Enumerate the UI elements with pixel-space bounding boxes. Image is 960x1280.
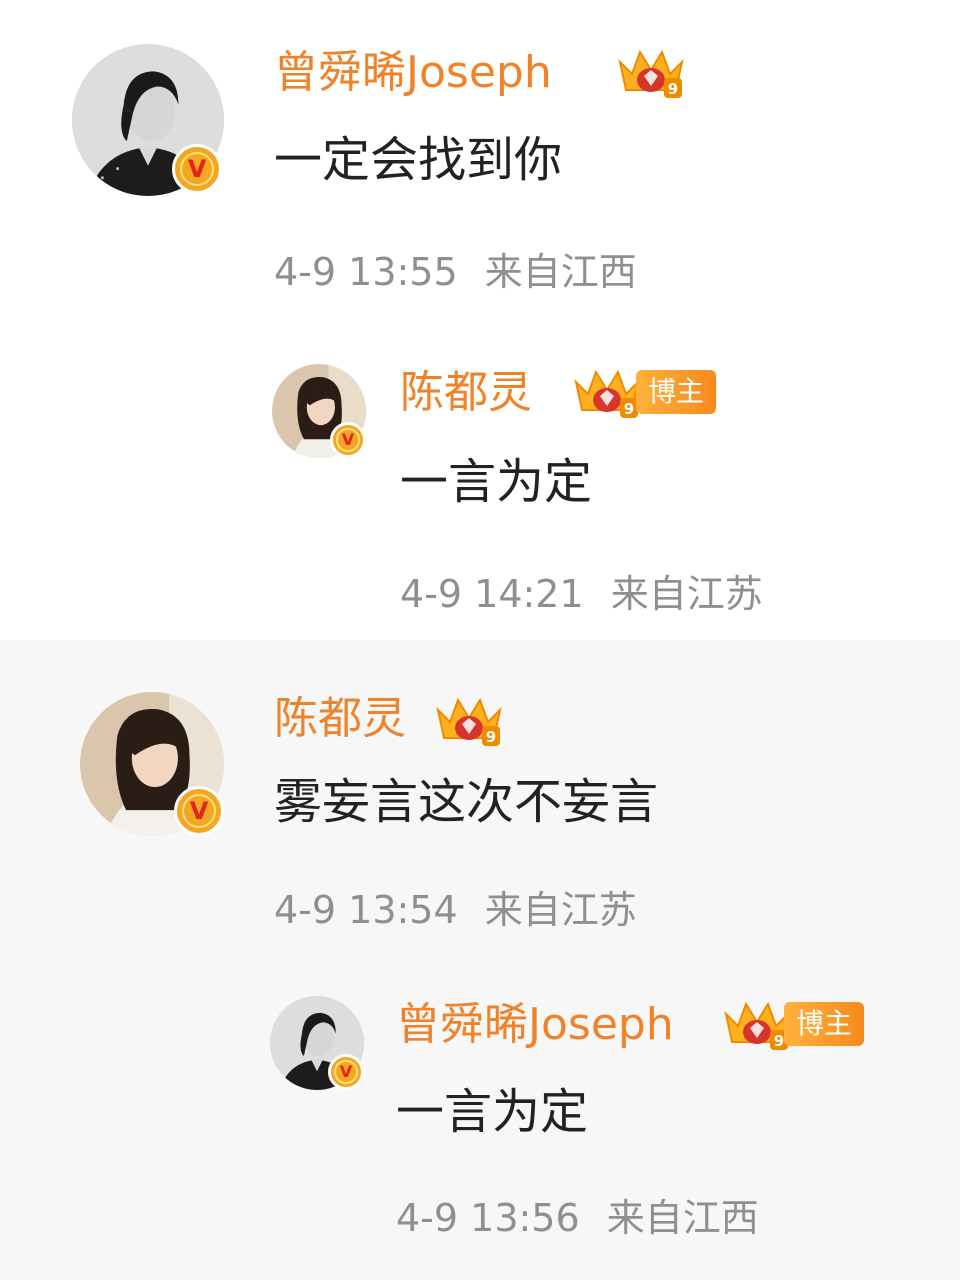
avatar-chen-duling-small[interactable]: V [272,364,366,458]
comment-author-name[interactable]: 陈都灵 [274,690,406,748]
avatar-chen-duling[interactable]: V [80,692,224,836]
reply-meta: 4-9 13:56 来自江西 [396,1190,759,1246]
comment-text: 一定会找到你 [274,132,563,188]
avatar-joseph-small[interactable]: V [270,996,364,1090]
reply-time: 4-9 14:21 [400,572,584,616]
verified-v-icon: V [174,786,224,836]
comment-location: 来自江苏 [484,888,637,932]
comment-time: 4-9 13:54 [274,888,458,932]
crown-level-number: 9 [668,80,678,98]
blogger-badge: 博主 [784,1002,864,1046]
reply-text: 一言为定 [396,1084,589,1140]
reply-time: 4-9 13:56 [396,1196,580,1240]
crown-level-number: 9 [486,728,496,746]
crown-level-icon: 9 [570,360,644,422]
reply-location: 来自江西 [606,1196,759,1240]
comment-meta: 4-9 13:54 来自江苏 [274,882,637,938]
verified-v-icon: V [330,422,366,458]
comment-text: 雾妄言这次不妄言 [274,774,659,830]
verified-v-icon: V [172,144,222,194]
reply-author-name[interactable]: 曾舜晞Joseph [396,996,674,1054]
crown-level-icon: 9 [720,992,794,1054]
comment-thread-1: V 曾舜晞Joseph 9 一定会找到你 4-9 13:55 来自江西 V 陈都… [0,0,960,640]
blogger-badge: 博主 [636,370,716,414]
avatar-joseph[interactable]: V [72,44,224,196]
comment-location: 来自江西 [484,250,637,294]
crown-level-number: 9 [624,400,634,418]
comment-thread-2: V 陈都灵 9 雾妄言这次不妄言 4-9 13:54 来自江苏 V 曾舜晞Jos… [0,640,960,1280]
reply-location: 来自江苏 [610,572,763,616]
reply-author-name[interactable]: 陈都灵 [400,364,532,422]
crown-level-number: 9 [774,1032,784,1050]
comment-time: 4-9 13:55 [274,250,458,294]
crown-level-icon: 9 [432,688,506,750]
comment-author-name[interactable]: 曾舜晞Joseph [274,44,552,102]
verified-v-icon: V [328,1054,364,1090]
comment-meta: 4-9 13:55 来自江西 [274,244,637,300]
crown-level-icon: 9 [614,40,688,102]
reply-text: 一言为定 [400,454,593,510]
reply-meta: 4-9 14:21 来自江苏 [400,566,763,622]
